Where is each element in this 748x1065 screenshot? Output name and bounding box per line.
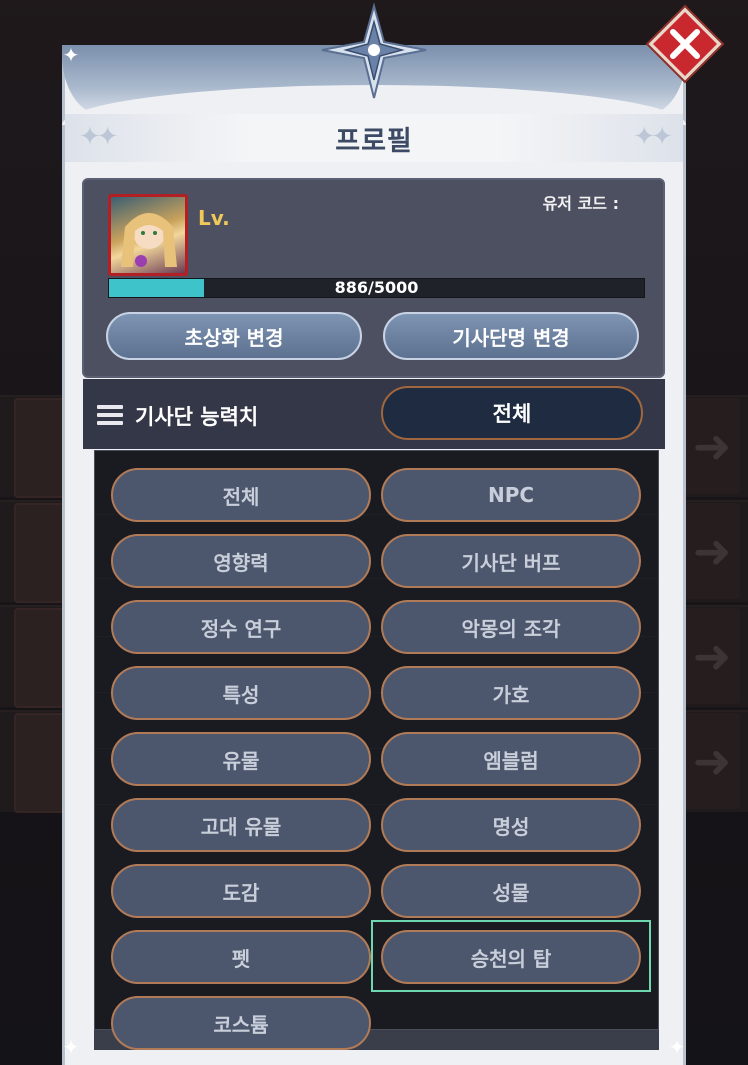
selection-highlight xyxy=(371,920,651,992)
filter-option-fame[interactable]: 명성 xyxy=(381,798,641,852)
avatar[interactable] xyxy=(108,194,188,276)
level-label: Lv. xyxy=(198,206,230,230)
stats-title: 기사단 능력치 xyxy=(135,405,259,429)
crest-emblem-icon xyxy=(318,2,430,102)
filter-option-pet[interactable]: 펫 xyxy=(111,930,371,984)
filter-option-costume[interactable]: 코스튬 xyxy=(111,996,371,1050)
filter-option-npc[interactable]: NPC xyxy=(381,468,641,522)
filter-option-influence[interactable]: 영향력 xyxy=(111,534,371,588)
dialog-title: 프로필 xyxy=(335,125,413,157)
star-ornament-icon: ✦✦ xyxy=(79,122,119,152)
dialog-title-band: ✦✦ 프로필 ✦✦ xyxy=(65,114,683,162)
star-ornament-icon: ✦✦ xyxy=(633,122,673,152)
corner-ornament-icon: ✦ xyxy=(62,1035,80,1059)
filter-option-all[interactable]: 전체 xyxy=(111,468,371,522)
close-icon xyxy=(645,4,725,84)
filter-option-blessing[interactable]: 가호 xyxy=(381,666,641,720)
stats-filter-dropdown[interactable]: 전체 xyxy=(381,386,643,440)
filter-option-nightmare-fragment[interactable]: 악몽의 조각 xyxy=(381,600,641,654)
filter-option-guild-buff[interactable]: 기사단 버프 xyxy=(381,534,641,588)
change-guild-name-button[interactable]: 기사단명 변경 xyxy=(383,312,639,360)
corner-ornament-icon: ✦ xyxy=(62,43,80,67)
stats-header: 기사단 능력치 전체 xyxy=(83,379,665,449)
experience-bar: 886/5000 xyxy=(108,278,645,298)
corner-ornament-icon: ✦ xyxy=(668,1035,686,1059)
close-button[interactable] xyxy=(645,4,725,84)
filter-option-holy-relic[interactable]: 성물 xyxy=(381,864,641,918)
user-code-label: 유저 코드 : xyxy=(542,194,619,213)
change-portrait-button[interactable]: 초상화 변경 xyxy=(106,312,362,360)
profile-panel: Lv. 유저 코드 : 886/5000 초상화 변경 기사단명 변경 xyxy=(82,178,665,378)
menu-icon xyxy=(97,405,123,425)
filter-option-relic[interactable]: 유물 xyxy=(111,732,371,786)
experience-text: 886/5000 xyxy=(334,278,419,297)
filter-option-ancient-relic[interactable]: 고대 유물 xyxy=(111,798,371,852)
filter-option-trait[interactable]: 특성 xyxy=(111,666,371,720)
filter-option-collection[interactable]: 도감 xyxy=(111,864,371,918)
filter-option-emblem[interactable]: 엠블럼 xyxy=(381,732,641,786)
filter-option-essence-research[interactable]: 정수 연구 xyxy=(111,600,371,654)
